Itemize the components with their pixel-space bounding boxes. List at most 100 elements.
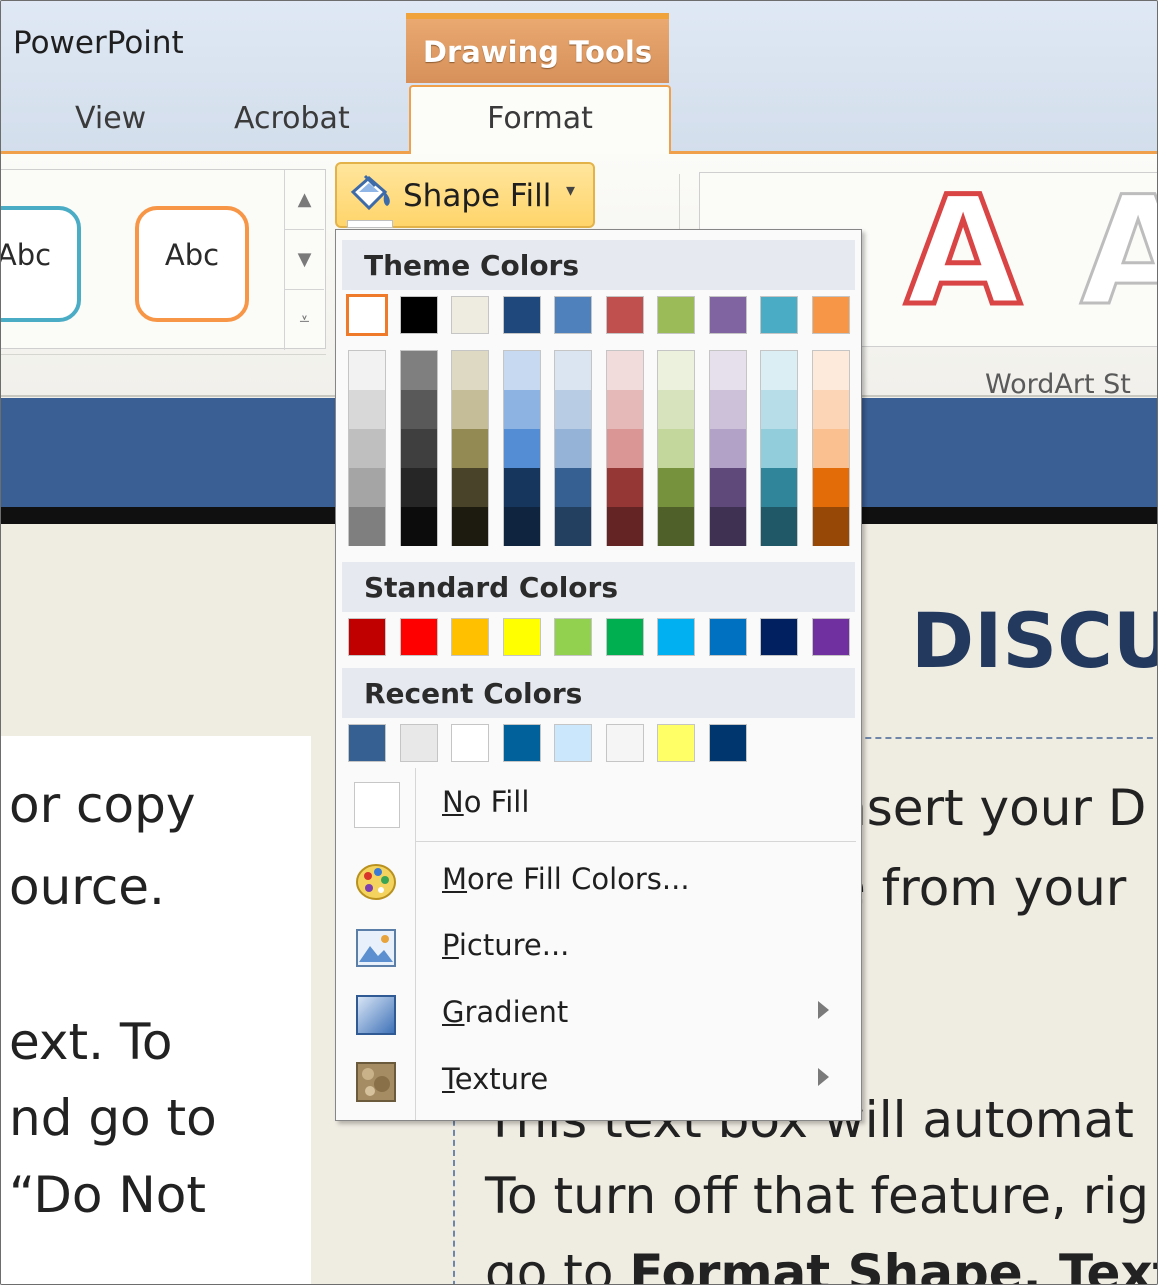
theme-tint-swatch[interactable] bbox=[555, 429, 591, 468]
theme-tint-swatch[interactable] bbox=[812, 390, 849, 429]
standard-color-swatch[interactable] bbox=[348, 618, 386, 656]
theme-tint-swatch[interactable] bbox=[606, 390, 643, 429]
theme-tint-swatch[interactable] bbox=[400, 507, 437, 546]
theme-color-swatch[interactable] bbox=[811, 296, 850, 334]
no-fill-accel: N bbox=[442, 785, 464, 819]
theme-tint-swatch[interactable] bbox=[606, 507, 643, 546]
recent-color-swatch[interactable] bbox=[554, 724, 592, 762]
theme-tint-swatch[interactable] bbox=[452, 390, 488, 429]
gallery-more-icon[interactable]: ⩡ bbox=[285, 290, 324, 350]
wordart-style-option[interactable]: A bbox=[1078, 176, 1157, 329]
no-fill-menu-item[interactable]: No Fill bbox=[336, 775, 861, 835]
theme-colors-title: Theme Colors bbox=[364, 249, 580, 282]
recent-color-swatch[interactable] bbox=[348, 724, 386, 762]
theme-tint-swatch[interactable] bbox=[812, 468, 849, 507]
theme-tint-swatch[interactable] bbox=[555, 390, 591, 429]
theme-tint-swatch[interactable] bbox=[555, 351, 591, 390]
theme-tint-swatch[interactable] bbox=[606, 351, 643, 390]
theme-tint-swatch[interactable] bbox=[658, 390, 694, 429]
standard-color-swatch[interactable] bbox=[399, 618, 438, 656]
gallery-scroll-down-icon[interactable]: ▼ bbox=[285, 230, 324, 290]
recent-color-swatch[interactable] bbox=[502, 724, 541, 762]
theme-tint-swatch[interactable] bbox=[709, 468, 746, 507]
standard-color-swatch[interactable] bbox=[657, 618, 695, 656]
theme-tint-swatch[interactable] bbox=[658, 507, 694, 546]
theme-color-swatch[interactable] bbox=[760, 296, 798, 334]
theme-color-swatch[interactable] bbox=[399, 296, 438, 334]
theme-color-swatch[interactable] bbox=[657, 296, 695, 334]
theme-tint-swatch[interactable] bbox=[812, 507, 849, 546]
theme-tint-swatch[interactable] bbox=[503, 507, 540, 546]
theme-tint-swatch[interactable] bbox=[400, 468, 437, 507]
theme-color-swatch[interactable] bbox=[708, 296, 747, 334]
picture-menu-item[interactable]: Picture... bbox=[336, 918, 861, 978]
standard-color-swatch[interactable] bbox=[811, 618, 850, 656]
theme-tint-swatch[interactable] bbox=[709, 507, 746, 546]
shape-style-option[interactable]: Abc bbox=[135, 206, 249, 322]
theme-tint-swatch[interactable] bbox=[812, 351, 849, 390]
theme-tint-swatch[interactable] bbox=[709, 390, 746, 429]
left-text-box[interactable]: or copy ource. ext. To nd go to “Do Not bbox=[1, 736, 311, 1284]
theme-tint-swatch[interactable] bbox=[761, 351, 797, 390]
theme-tint-swatch[interactable] bbox=[452, 429, 488, 468]
tab-view[interactable]: View bbox=[75, 101, 146, 136]
theme-color-swatch[interactable] bbox=[346, 294, 388, 336]
theme-tint-swatch[interactable] bbox=[452, 468, 488, 507]
theme-tint-swatch[interactable] bbox=[658, 351, 694, 390]
theme-tint-swatch[interactable] bbox=[658, 468, 694, 507]
theme-tint-swatch[interactable] bbox=[555, 507, 591, 546]
theme-tint-swatch[interactable] bbox=[349, 351, 385, 390]
theme-tint-swatch[interactable] bbox=[400, 429, 437, 468]
menu-separator bbox=[416, 841, 856, 842]
theme-tint-swatch[interactable] bbox=[349, 468, 385, 507]
standard-color-swatch[interactable] bbox=[451, 618, 489, 656]
recent-color-swatch[interactable] bbox=[399, 724, 438, 762]
theme-tint-swatch[interactable] bbox=[658, 429, 694, 468]
theme-tint-swatch[interactable] bbox=[503, 390, 540, 429]
theme-tint-swatch[interactable] bbox=[349, 429, 385, 468]
theme-tint-swatch[interactable] bbox=[400, 390, 437, 429]
theme-tint-swatch[interactable] bbox=[709, 351, 746, 390]
theme-tint-swatch[interactable] bbox=[761, 390, 797, 429]
gradient-menu-item[interactable]: Gradient bbox=[336, 985, 861, 1045]
theme-tint-swatch[interactable] bbox=[400, 351, 437, 390]
standard-color-swatch[interactable] bbox=[605, 618, 644, 656]
theme-tint-swatch[interactable] bbox=[709, 429, 746, 468]
shape-fill-button[interactable]: Shape Fill ▾ bbox=[335, 162, 595, 228]
tab-acrobat[interactable]: Acrobat bbox=[234, 101, 350, 136]
texture-menu-item[interactable]: Texture bbox=[336, 1052, 861, 1112]
more-fill-colors-menu-item[interactable]: More Fill Colors... bbox=[336, 852, 861, 912]
theme-tint-swatch[interactable] bbox=[452, 351, 488, 390]
theme-color-swatch[interactable] bbox=[502, 296, 541, 334]
theme-color-swatch[interactable] bbox=[605, 296, 644, 334]
submenu-arrow-icon bbox=[818, 1068, 829, 1086]
gallery-scroll-up-icon[interactable]: ▲ bbox=[285, 170, 324, 230]
standard-color-swatch[interactable] bbox=[502, 618, 541, 656]
theme-tint-swatch[interactable] bbox=[812, 429, 849, 468]
theme-color-swatch[interactable] bbox=[554, 296, 592, 334]
theme-tint-swatch[interactable] bbox=[606, 468, 643, 507]
recent-color-swatch[interactable] bbox=[708, 724, 747, 762]
theme-tint-swatch[interactable] bbox=[761, 507, 797, 546]
standard-color-swatch[interactable] bbox=[554, 618, 592, 656]
recent-color-swatch[interactable] bbox=[657, 724, 695, 762]
theme-tint-swatch[interactable] bbox=[503, 429, 540, 468]
theme-color-swatch[interactable] bbox=[451, 296, 489, 334]
theme-tint-swatch[interactable] bbox=[761, 429, 797, 468]
tab-format[interactable]: Format bbox=[409, 85, 671, 165]
theme-tint-swatch[interactable] bbox=[606, 429, 643, 468]
standard-color-swatch[interactable] bbox=[760, 618, 798, 656]
theme-tint-swatch[interactable] bbox=[555, 468, 591, 507]
theme-tint-swatch[interactable] bbox=[452, 507, 488, 546]
slide-heading[interactable]: DISCU bbox=[911, 596, 1157, 685]
theme-tint-swatch[interactable] bbox=[503, 351, 540, 390]
standard-color-swatch[interactable] bbox=[708, 618, 747, 656]
recent-color-swatch[interactable] bbox=[451, 724, 489, 762]
theme-tint-swatch[interactable] bbox=[349, 507, 385, 546]
wordart-style-option[interactable]: A bbox=[902, 175, 1023, 330]
theme-tint-swatch[interactable] bbox=[761, 468, 797, 507]
theme-tint-swatch[interactable] bbox=[503, 468, 540, 507]
theme-tint-swatch[interactable] bbox=[349, 390, 385, 429]
recent-color-swatch[interactable] bbox=[605, 724, 644, 762]
shape-style-option[interactable]: Abc bbox=[1, 206, 81, 322]
